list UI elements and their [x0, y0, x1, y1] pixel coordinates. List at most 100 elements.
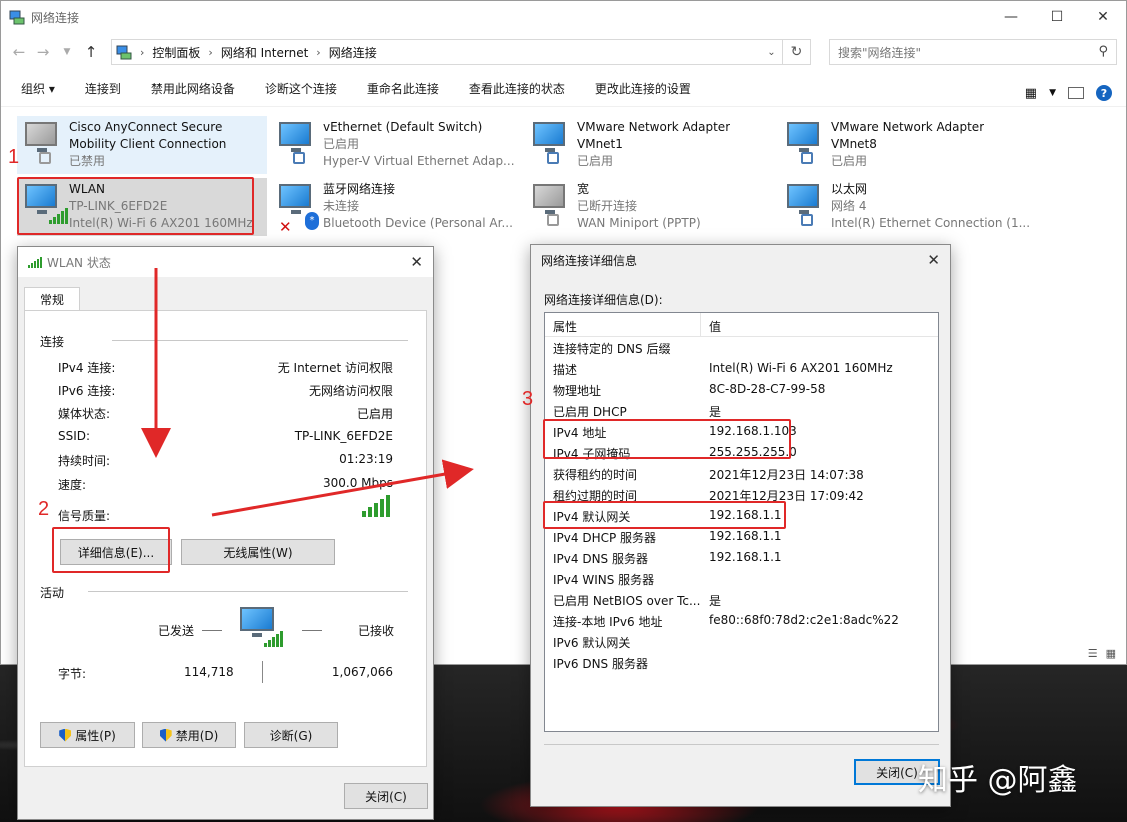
adapter-name: Cisco AnyConnect Secure — [69, 120, 223, 134]
network-activity-icon — [240, 607, 283, 651]
property-cell: 描述 — [553, 363, 578, 377]
view-status-command[interactable]: 查看此连接的状态 — [469, 80, 565, 97]
close-button[interactable]: 关闭(C) — [344, 783, 428, 809]
change-settings-command[interactable]: 更改此连接的设置 — [595, 80, 691, 97]
view-options: ▦ ▼ ? — [1025, 85, 1112, 101]
list-row[interactable]: 连接-本地 IPv6 地址 fe80::68f0:78d2:c2e1:8adc%2… — [545, 613, 899, 634]
close-icon[interactable]: ✕ — [927, 251, 940, 269]
adapter-bluetooth[interactable]: ✕ * 蓝牙网络连接 未连接 Bluetooth Device (Personal A… — [271, 178, 521, 236]
adapter-status: 已启用 — [577, 154, 614, 168]
property-cell: IPv4 DHCP 服务器 — [553, 531, 657, 545]
back-arrow-icon[interactable]: ← — [7, 43, 31, 61]
media-state-label: 媒体状态: — [58, 407, 111, 421]
column-header-value[interactable]: 值 — [701, 313, 721, 336]
forward-arrow-icon[interactable]: → — [31, 43, 55, 61]
chevron-down-icon[interactable]: ⌄ — [760, 40, 782, 64]
search-placeholder: 搜索"网络连接" — [838, 45, 922, 60]
uac-shield-icon — [159, 728, 172, 742]
up-arrow-icon[interactable]: ↑ — [79, 43, 103, 61]
adapter-vmnet1[interactable]: VMware Network Adapter VMnet1 已启用 — [525, 116, 775, 174]
adapter-vethernet[interactable]: vEthernet (Default Switch) 已启用 Hyper-V Vir… — [271, 116, 521, 174]
ipv4-connectivity-label: IPv4 连接: — [58, 361, 116, 375]
minimize-button[interactable]: — — [988, 1, 1034, 33]
close-icon[interactable]: ✕ — [410, 253, 423, 271]
list-row[interactable]: IPv4 DHCP 服务器 192.168.1.1 — [545, 529, 782, 550]
adapter-status: 已启用 — [323, 137, 360, 151]
adapter-name-line2: VMnet1 — [577, 137, 623, 151]
list-row[interactable]: 已启用 NetBIOS over Tc... 是 — [545, 592, 721, 613]
column-header-property[interactable]: 属性 — [545, 313, 701, 336]
preview-pane-icon[interactable] — [1068, 87, 1084, 99]
diagnose-command[interactable]: 诊断这个连接 — [265, 80, 337, 97]
adapter-vmnet8[interactable]: VMware Network Adapter VMnet8 已启用 — [779, 116, 1029, 174]
address-bar[interactable]: › 控制面板 › 网络和 Internet › 网络连接 ⌄ — [111, 39, 783, 65]
list-row[interactable]: IPv4 WINS 服务器 — [545, 571, 709, 592]
property-cell: IPv4 WINS 服务器 — [553, 573, 655, 587]
breadcrumb-network-internet[interactable]: 网络和 Internet — [221, 44, 308, 61]
disable-device-command[interactable]: 禁用此网络设备 — [151, 80, 235, 97]
details-list-label: 网络连接详细信息(D): — [544, 293, 663, 307]
adapter-ethernet[interactable]: 以太网 网络 4 Intel(R) Ethernet Connection (1..… — [779, 178, 1029, 236]
rename-command[interactable]: 重命名此连接 — [367, 80, 439, 97]
speed-label: 速度: — [58, 478, 87, 492]
ipv6-connectivity-value: 无网络访问权限 — [308, 384, 393, 398]
breadcrumb-network-connections[interactable]: 网络连接 — [329, 44, 377, 61]
list-row[interactable]: 描述 Intel(R) Wi-Fi 6 AX201 160MHz — [545, 361, 893, 382]
recent-dropdown-icon[interactable]: ▼ — [55, 47, 79, 57]
adapter-name: 以太网 — [831, 182, 868, 196]
bluetooth-badge-icon: * — [305, 212, 319, 230]
details-view-icon[interactable]: ☰ — [1088, 647, 1098, 660]
refresh-icon[interactable]: ↻ — [783, 39, 811, 65]
list-row[interactable]: IPv6 默认网关 — [545, 634, 709, 655]
command-bar: 组织 ▾ 连接到 禁用此网络设备 诊断这个连接 重命名此连接 查看此连接的状态 … — [1, 71, 1126, 107]
adapter-name-line2: Mobility Client Connection — [69, 137, 227, 151]
properties-button[interactable]: 属性(P) — [40, 722, 135, 748]
list-row[interactable]: IPv6 DNS 服务器 — [545, 655, 709, 676]
sent-line — [202, 630, 222, 631]
received-label: 已接收 — [358, 624, 395, 638]
tab-general[interactable]: 常规 — [24, 287, 80, 311]
dialog-title-bar: 网络连接详细信息 ✕ — [531, 245, 950, 275]
search-input[interactable]: 搜索"网络连接" ⚲ — [829, 39, 1117, 65]
window-controls: — ☐ ✕ — [988, 1, 1126, 33]
list-row[interactable]: 连接特定的 DNS 后缀 — [545, 340, 709, 361]
large-icons-view-icon[interactable]: ▦ — [1106, 647, 1116, 660]
wifi-signal-icon — [28, 256, 42, 268]
adapter-status: 未连接 — [323, 199, 360, 213]
value-cell — [701, 655, 709, 676]
properties-button-label: 属性(P) — [75, 728, 116, 743]
dialog-title: 网络连接详细信息 — [541, 253, 638, 268]
breadcrumb-control-panel[interactable]: 控制面板 — [152, 44, 200, 61]
dialog-title: WLAN 状态 — [47, 255, 111, 270]
diagnose-button[interactable]: 诊断(G) — [244, 722, 338, 748]
disconnected-x-icon: ✕ — [279, 218, 292, 236]
adapter-cisco-anyconnect[interactable]: Cisco AnyConnect Secure Mobility Client C… — [17, 116, 267, 174]
connect-to-command[interactable]: 连接到 — [85, 80, 121, 97]
maximize-button[interactable]: ☐ — [1034, 1, 1080, 33]
property-cell: IPv4 DNS 服务器 — [553, 552, 648, 566]
chevron-down-icon[interactable]: ▼ — [1049, 88, 1056, 98]
signal-bars-icon — [362, 495, 390, 517]
list-row[interactable]: 获得租约的时间 2021年12月23日 14:07:38 — [545, 466, 864, 487]
value-cell: 2021年12月23日 14:07:38 — [709, 468, 864, 482]
network-icon — [779, 178, 831, 234]
change-view-icon[interactable]: ▦ — [1025, 86, 1037, 101]
dialog-divider — [544, 744, 939, 745]
adapter-broadband[interactable]: 宽已断开连接 WAN Miniport (PPTP) — [525, 178, 775, 236]
ipv6-connectivity-label: IPv6 连接: — [58, 384, 116, 398]
list-row[interactable]: 物理地址 8C-8D-28-C7-99-58 — [545, 382, 825, 403]
list-row[interactable]: IPv4 DNS 服务器 192.168.1.1 — [545, 550, 782, 571]
bytes-divider — [262, 661, 263, 683]
adapter-device: Bluetooth Device (Personal Ar... — [323, 216, 513, 230]
property-cell: 物理地址 — [553, 384, 602, 398]
uac-shield-icon — [59, 728, 72, 742]
received-line — [302, 630, 322, 631]
group-divider — [88, 591, 408, 592]
organize-menu[interactable]: 组织 ▾ — [21, 80, 55, 97]
disable-button[interactable]: 禁用(D) — [142, 722, 236, 748]
value-cell: 192.168.1.1 — [709, 529, 782, 543]
close-window-button[interactable]: ✕ — [1080, 1, 1126, 33]
help-icon[interactable]: ? — [1096, 85, 1112, 101]
bluetooth-icon: ✕ * — [271, 178, 323, 236]
wireless-properties-button[interactable]: 无线属性(W) — [181, 539, 335, 565]
